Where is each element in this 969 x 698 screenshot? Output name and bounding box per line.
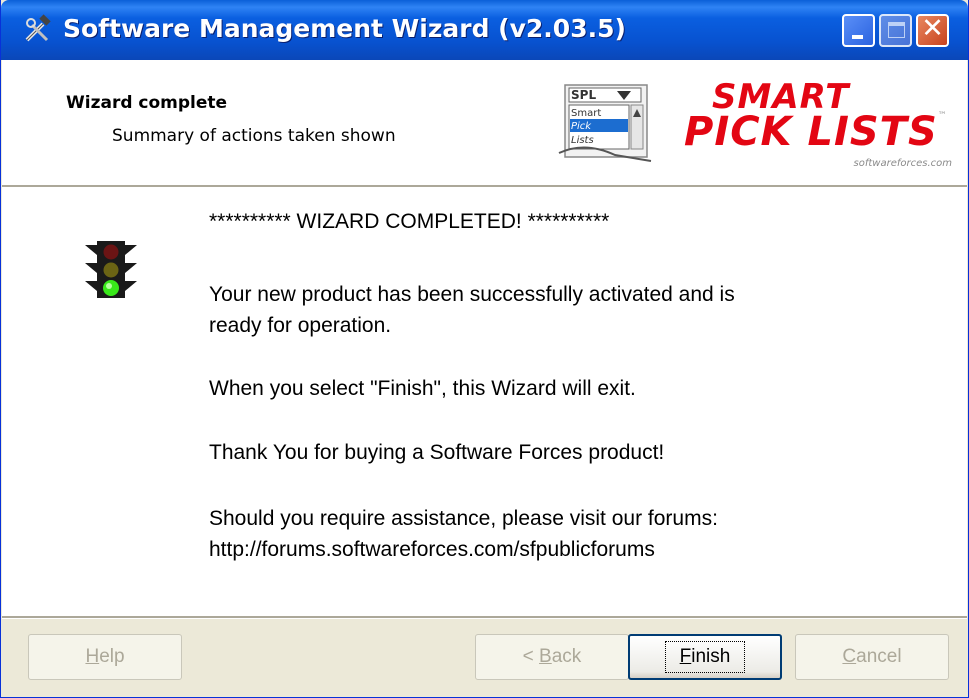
back-button-prefix: <: [522, 646, 540, 667]
header-subtitle: Summary of actions taken shown: [112, 126, 396, 146]
back-button-mnemonic: B: [539, 646, 552, 667]
message-line-2: ready for operation.: [209, 314, 392, 337]
message-line-4: Thank You for buying a Software Forces p…: [209, 441, 665, 464]
wizard-window: Software Management Wizard (v2.03.5) ✕ W…: [0, 0, 969, 698]
header-title: Wizard complete: [66, 93, 228, 113]
minimize-button[interactable]: [842, 14, 875, 47]
cancel-button-label: ancel: [856, 646, 902, 667]
message-line-1: Your new product has been successfully a…: [209, 283, 735, 306]
help-button-mnemonic: H: [85, 646, 100, 667]
finish-button-mnemonic: F: [679, 646, 692, 667]
back-button-label: ack: [551, 646, 582, 667]
message-line-3: When you select "Finish", this Wizard wi…: [209, 377, 636, 400]
cancel-button[interactable]: Cancel: [795, 634, 949, 680]
help-button[interactable]: Help: [28, 634, 182, 680]
window-title: Software Management Wizard (v2.03.5): [63, 14, 626, 43]
title-bar[interactable]: Software Management Wizard (v2.03.5) ✕: [1, 0, 968, 60]
minimize-icon: [852, 35, 863, 39]
brand-domain: softwareforces.com: [853, 158, 953, 169]
back-button[interactable]: < Back: [475, 634, 629, 680]
completion-heading: ********** WIZARD COMPLETED! **********: [209, 210, 610, 233]
finish-focus-ring: Finish: [664, 641, 746, 673]
finish-button-label: inish: [691, 646, 731, 667]
forum-url: http://forums.softwareforces.com/sfpubli…: [209, 538, 655, 561]
maximize-button[interactable]: [879, 14, 912, 47]
logo-box-line-2: Pick: [571, 121, 592, 132]
footer-divider: [2, 616, 967, 619]
cancel-button-mnemonic: C: [842, 646, 857, 667]
close-button[interactable]: ✕: [916, 13, 949, 47]
finish-button[interactable]: Finish: [628, 634, 782, 680]
help-button-label: elp: [99, 646, 125, 667]
brand-trademark: ™: [937, 111, 948, 121]
message-line-5: Should you require assistance, please vi…: [209, 507, 718, 530]
maximize-icon: [888, 22, 905, 38]
logo-box-line-1: Smart: [571, 108, 601, 119]
traffic-light-green-icon: [85, 241, 137, 298]
logo-box-title: SPL: [571, 88, 596, 102]
brand-picklists: PICK LISTS™: [684, 109, 948, 155]
close-icon: ✕: [921, 13, 944, 44]
logo-box-line-3: Lists: [571, 135, 594, 146]
brand-picklists-text: PICK LISTS: [684, 109, 938, 155]
spl-logo-icon: SPL Smart Pick Lists: [558, 84, 652, 162]
tools-icon: [25, 14, 51, 42]
